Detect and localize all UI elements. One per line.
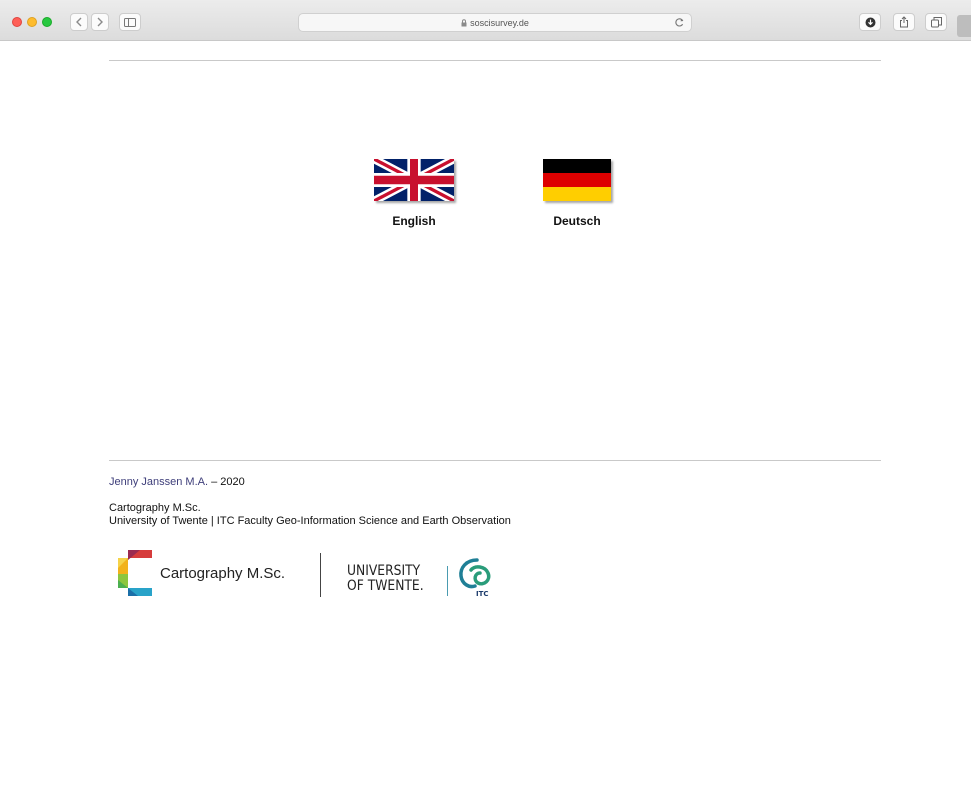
- university-logo-line2: OF TWENTE.: [347, 578, 424, 594]
- forward-button[interactable]: [91, 13, 109, 31]
- footer-affiliation: Cartography M.Sc. University of Twente |…: [109, 502, 511, 528]
- university-logo-line1: UNIVERSITY: [347, 563, 421, 579]
- language-option-english[interactable]: English: [369, 159, 459, 228]
- uk-flag-icon[interactable]: [374, 159, 454, 201]
- downloads-button[interactable]: [859, 13, 881, 31]
- download-icon: [865, 17, 875, 27]
- program-name: Cartography M.Sc.: [109, 502, 201, 514]
- address-bar[interactable]: soscisurvey.de: [298, 13, 692, 32]
- back-icon: [76, 17, 82, 27]
- logo-divider: [320, 553, 321, 597]
- author-link[interactable]: Jenny Janssen M.A.: [109, 476, 208, 488]
- minimize-window-button[interactable]: [27, 17, 37, 27]
- footer-year: – 2020: [208, 476, 245, 488]
- sidebar-button[interactable]: [119, 13, 141, 31]
- sidebar-icon: [124, 17, 136, 27]
- language-label-deutsch[interactable]: Deutsch: [532, 214, 622, 228]
- url-text: soscisurvey.de: [470, 17, 529, 28]
- footer-divider: [109, 460, 881, 461]
- language-label-english[interactable]: English: [369, 214, 459, 228]
- tabs-icon: [930, 16, 942, 27]
- itc-logo-icon: ITC: [459, 558, 491, 598]
- reload-icon[interactable]: [674, 17, 685, 30]
- cartography-logo: Cartography M.Sc.: [118, 550, 285, 596]
- german-flag-icon[interactable]: [543, 159, 611, 201]
- browser-toolbar: soscisurvey.de: [0, 0, 971, 41]
- footer-credit: Jenny Janssen M.A. – 2020: [109, 476, 245, 489]
- back-button[interactable]: [70, 13, 88, 31]
- tabs-button[interactable]: [925, 13, 947, 31]
- share-button[interactable]: [893, 13, 915, 31]
- language-option-deutsch[interactable]: Deutsch: [532, 159, 622, 228]
- itc-logo-text: ITC: [476, 590, 489, 598]
- institution-name: University of Twente | ITC Faculty Geo-I…: [109, 515, 511, 527]
- university-twente-logo: UNIVERSITY OF TWENTE.: [347, 564, 434, 594]
- share-icon: [900, 16, 908, 28]
- lock-icon: [461, 18, 467, 27]
- zoom-window-button[interactable]: [42, 17, 52, 27]
- top-divider: [109, 60, 881, 61]
- new-tab-edge[interactable]: [957, 15, 971, 37]
- cartography-logo-text: Cartography M.Sc.: [160, 564, 286, 582]
- itc-divider: [447, 566, 448, 596]
- forward-icon: [97, 17, 103, 27]
- cartography-mark-icon: [118, 550, 152, 596]
- close-window-button[interactable]: [12, 17, 22, 27]
